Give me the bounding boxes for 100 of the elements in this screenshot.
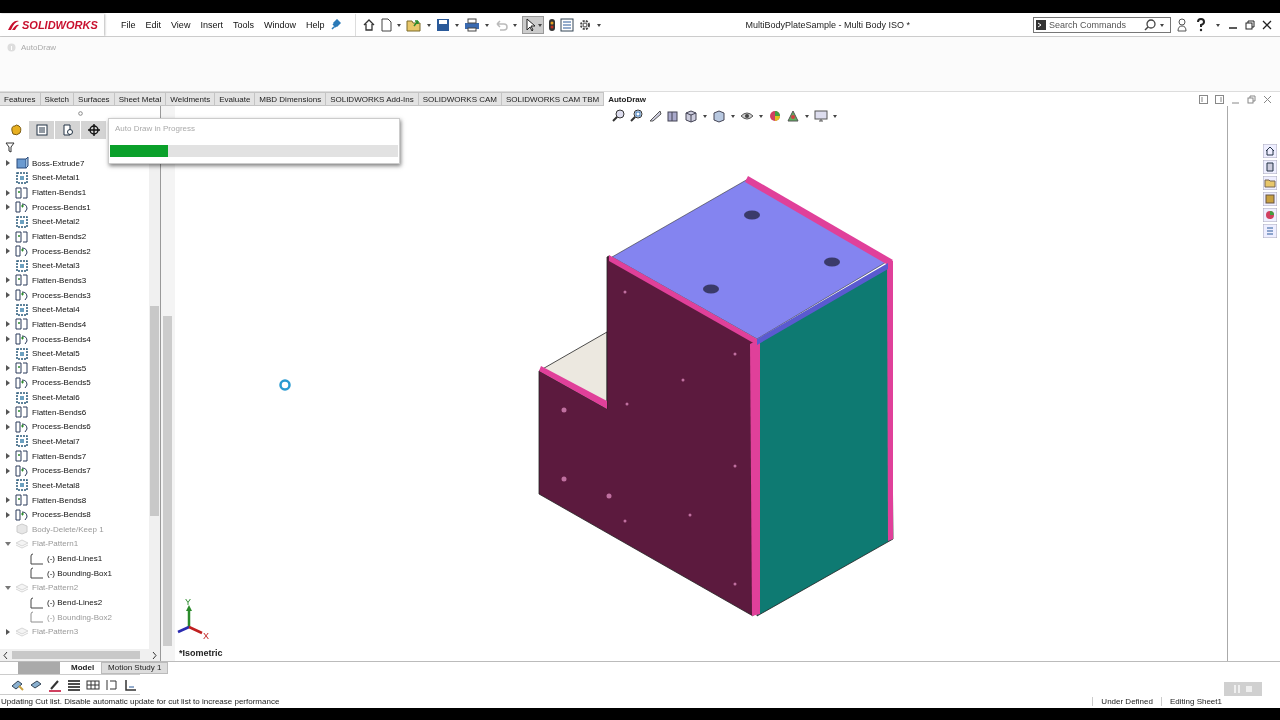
tree-item[interactable]: Flatten-Bends6 [32,407,87,417]
tree-item[interactable]: Flatten-Bends8 [32,495,87,505]
expand-arrow-icon[interactable] [5,511,11,518]
sheet-metal-part-drawing[interactable] [538,176,894,617]
caret-icon[interactable] [804,112,810,120]
command-tab[interactable]: Surfaces [74,92,115,106]
caret-icon[interactable] [702,112,708,120]
tree-item[interactable]: Process-Bends2 [32,246,91,256]
restore-icon[interactable] [1245,19,1255,30]
help-icon[interactable] [1194,17,1208,32]
tree-item[interactable]: Sheet-Metal5 [32,349,80,359]
expand-arrow-icon[interactable] [5,453,11,460]
line-style-icon[interactable] [67,677,81,692]
menu-item[interactable]: File [116,17,141,32]
tree-item[interactable]: Sheet-Metal2 [32,217,80,227]
search-input[interactable]: Search Commands [1049,19,1141,30]
expand-arrow-icon[interactable] [5,409,11,416]
tree-item[interactable]: (-) Bend-Lines1 [47,554,103,564]
menu-item[interactable]: Window [258,17,301,32]
view-palette-icon[interactable] [1263,192,1277,206]
command-tab[interactable]: Features [0,92,41,106]
tree-item[interactable]: Sheet-Metal3 [32,261,80,271]
command-tab[interactable]: SOLIDWORKS Add-Ins [326,92,419,106]
zoom-to-fit-icon[interactable] [612,109,626,123]
command-tab[interactable]: SOLIDWORKS CAM [418,92,502,106]
caret-icon[interactable] [730,112,736,120]
expand-arrow-icon[interactable] [5,233,11,240]
panel-tab[interactable] [55,121,80,139]
menu-item[interactable]: Edit [140,17,167,32]
home-icon[interactable] [362,17,377,32]
previous-view-icon[interactable] [648,109,662,123]
user-icon[interactable] [1177,17,1187,32]
tree-item[interactable]: Process-Bends6 [32,422,91,432]
scroll-left-icon[interactable] [3,651,8,659]
expand-arrow-icon[interactable] [5,321,11,328]
expand-arrow-icon[interactable] [5,628,11,635]
tree-item[interactable]: Process-Bends3 [32,290,91,300]
expand-arrow-icon[interactable] [5,365,11,372]
folder-icon[interactable] [1263,176,1277,190]
menu-item[interactable]: Insert [195,17,228,32]
tile-left-icon[interactable] [1199,94,1208,104]
tree-item[interactable]: Sheet-Metal6 [32,393,80,403]
expand-arrow-icon[interactable] [5,248,11,255]
scene-icon[interactable] [786,109,800,123]
save-icon[interactable] [436,17,451,32]
command-tab[interactable]: SOLIDWORKS CAM TBM [501,92,605,106]
hide-show-icon[interactable] [740,109,754,123]
search-icon[interactable] [1144,18,1156,31]
layer-icon[interactable] [105,677,119,692]
command-tab[interactable]: MBD Dimensions [255,92,327,106]
tree-item[interactable]: Flatten-Bends3 [32,275,87,285]
expand-arrow-icon[interactable] [5,160,11,167]
command-tab[interactable]: Evaluate [215,92,256,106]
expand-arrow-icon[interactable] [5,277,11,284]
open-folder-icon[interactable] [406,17,423,32]
print-icon[interactable] [464,17,481,32]
tree-item[interactable]: Sheet-Metal7 [32,437,80,446]
collapse-arrow-icon[interactable] [5,584,11,591]
tree-item[interactable]: (-) Bend-Lines2 [47,598,103,608]
splitter-handle-icon[interactable] [77,110,83,116]
appearances-icon[interactable] [1263,208,1277,222]
home-icon[interactable] [1263,144,1277,158]
caret-icon[interactable] [758,112,764,120]
dimension-icon[interactable] [124,677,138,692]
appearance-icon[interactable] [768,109,782,123]
tree-item[interactable]: Flatten-Bends1 [32,188,87,198]
tile-right-icon[interactable] [1215,94,1224,104]
expand-arrow-icon[interactable] [5,189,11,196]
command-tab[interactable]: Sheet Metal [114,92,167,106]
expand-arrow-icon[interactable] [5,423,11,430]
tree-item[interactable]: Flatten-Bends5 [32,363,87,373]
expand-arrow-icon[interactable] [5,292,11,299]
hole-table-icon[interactable] [86,677,100,692]
tree-item[interactable]: (-) Bounding-Box1 [47,568,112,578]
traffic-light-icon[interactable] [548,17,557,32]
section-view-icon[interactable] [666,109,680,123]
panel-tab[interactable] [81,121,106,139]
tree-item[interactable]: Sheet-Metal4 [32,305,80,315]
zoom-area-icon[interactable] [630,109,644,123]
pointer-icon[interactable] [523,16,538,33]
command-tab[interactable]: Weldments [166,92,216,106]
tree-item[interactable]: Flatten-Bends7 [32,451,87,461]
search-bar[interactable]: Search Commands [1033,16,1171,33]
command-tab[interactable]: Sketch [40,92,75,106]
expand-arrow-icon[interactable] [5,379,11,386]
close-icon[interactable] [1262,19,1272,30]
tree-item[interactable]: Sheet-Metal8 [32,480,80,490]
scroll-right-icon[interactable] [152,651,157,659]
expand-arrow-icon[interactable] [5,467,11,474]
caret-icon[interactable] [832,112,838,120]
expand-arrow-icon[interactable] [5,204,11,211]
pin-icon[interactable] [329,18,342,31]
tree-item[interactable]: Process-Bends4 [32,334,91,344]
monitor-icon[interactable] [814,109,828,123]
expand-arrow-icon[interactable] [5,336,11,342]
settings-icon[interactable] [578,17,593,32]
new-document-icon[interactable] [380,17,393,32]
filter-icon[interactable] [5,142,15,153]
tree-item[interactable]: Process-Bends8 [32,510,91,520]
collapse-arrow-icon[interactable] [5,540,11,547]
